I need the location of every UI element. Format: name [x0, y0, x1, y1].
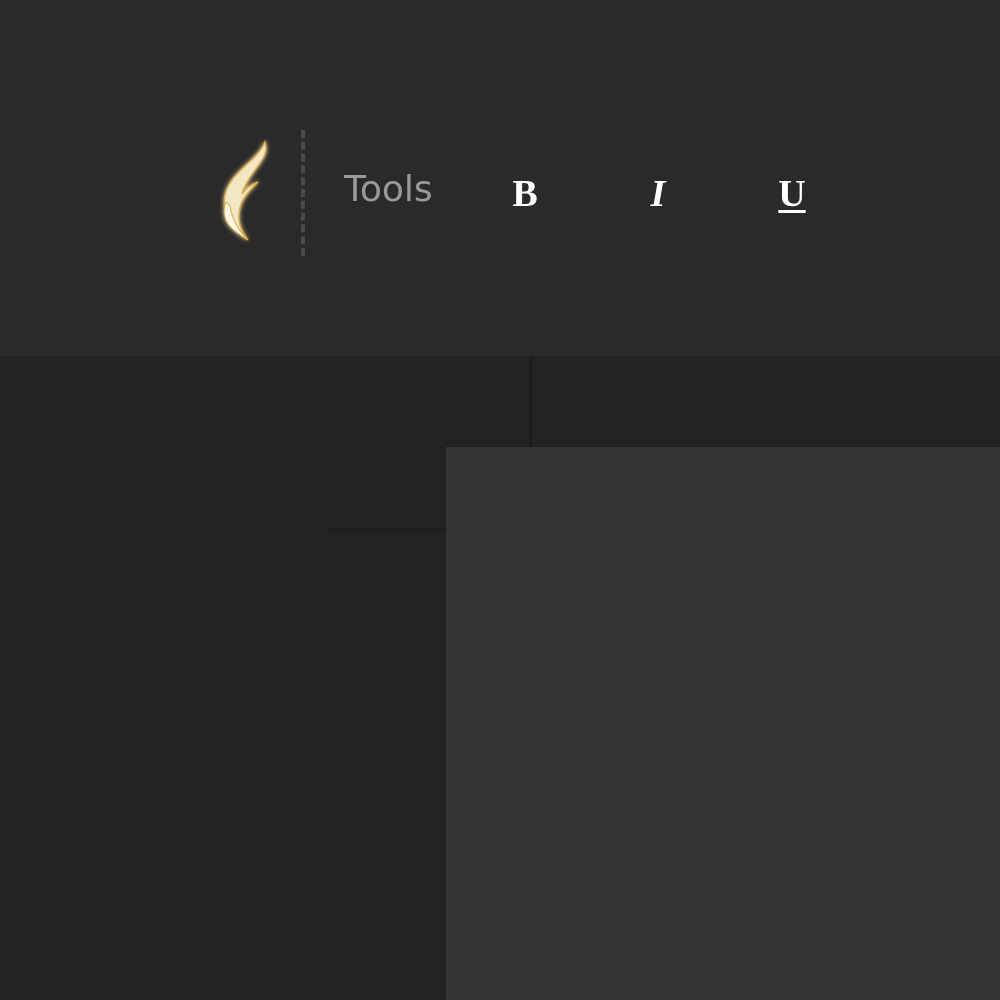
- underline-button[interactable]: U: [762, 164, 822, 224]
- ruler-corner-divider: [530, 356, 532, 448]
- flame-logo-icon: [212, 136, 276, 248]
- document-page[interactable]: [446, 447, 1000, 1000]
- bold-button[interactable]: B: [495, 164, 555, 224]
- toolbar-divider: [301, 130, 305, 256]
- toolbar: Tools B I U: [0, 0, 1000, 356]
- workspace: [0, 356, 1000, 1000]
- tools-menu[interactable]: Tools: [344, 166, 433, 214]
- left-ruler-divider: [330, 528, 450, 530]
- italic-button[interactable]: I: [628, 164, 688, 224]
- top-ruler: [530, 356, 1000, 446]
